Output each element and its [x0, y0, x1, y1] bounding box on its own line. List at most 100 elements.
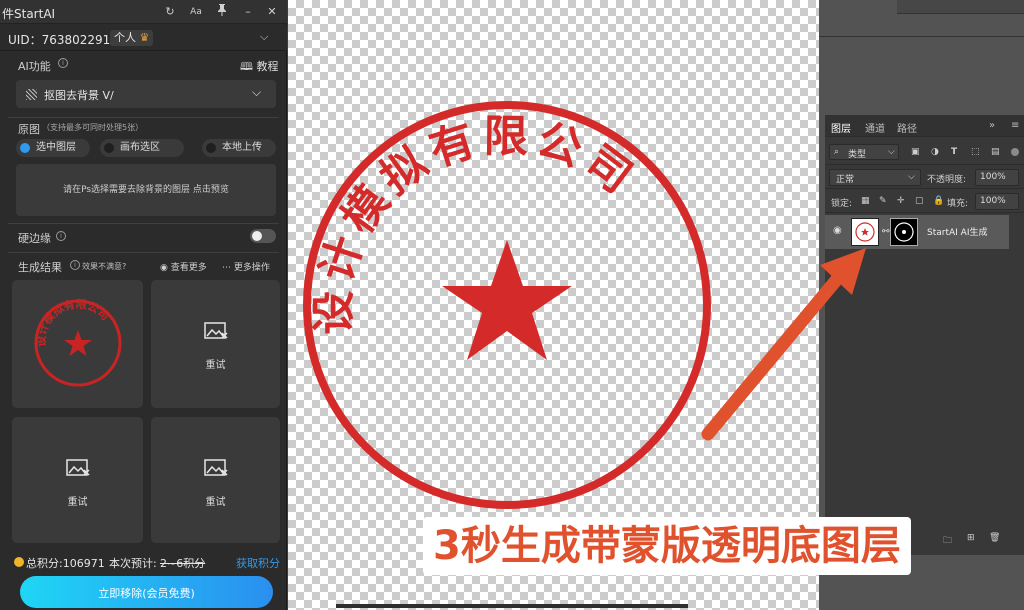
preview-area[interactable]: 请在Ps选择需要去除背景的图层 点击预览	[16, 164, 276, 216]
estimate-value: 2~6积分	[160, 557, 206, 570]
hard-edge-label: 硬边缘	[18, 232, 51, 245]
trash-icon[interactable]: 🗑	[989, 533, 1000, 543]
horizontal-scrollbar[interactable]	[336, 604, 688, 608]
filter-smart-object-icon[interactable]: ▤	[991, 147, 1000, 157]
layer-filter-row: ⌕ 类型 ⌵ ▣ ◑ T ⬚ ▤	[825, 141, 1024, 165]
source-option-canvas-selection[interactable]: 画布选区	[100, 139, 184, 157]
source-option-layer[interactable]: 选中图层	[16, 139, 90, 157]
lock-all-icon[interactable]: 🔒	[933, 196, 944, 206]
blend-mode-select[interactable]: 正常 ⌵	[829, 169, 921, 186]
tab-channels[interactable]: 通道	[865, 120, 885, 135]
result-card-retry[interactable]: 重试	[151, 417, 280, 543]
view-more-link[interactable]: ◉ 查看更多	[160, 260, 207, 273]
cutout-icon	[26, 89, 37, 100]
retry-label: 重试	[67, 497, 88, 508]
divider	[8, 117, 279, 118]
chevron-down-icon: ⌵	[252, 85, 262, 99]
collapse-icon[interactable]: »	[989, 120, 995, 131]
book-icon: 🕮	[240, 60, 253, 73]
lock-transparent-icon[interactable]: ▦	[861, 196, 870, 206]
filter-adjustment-icon[interactable]: ◑	[931, 147, 939, 157]
stamp-thumbnail-text: 设计模拟有限公司	[34, 297, 112, 347]
lock-image-icon[interactable]: ✎	[879, 196, 887, 206]
opacity-field[interactable]: 100%	[975, 169, 1019, 186]
close-icon[interactable]: ✕	[264, 4, 280, 20]
result-card-retry[interactable]: 重试	[12, 417, 143, 543]
more-ops-link[interactable]: ⋯ 更多操作	[222, 260, 270, 273]
broken-image-icon	[65, 459, 90, 476]
stamp-thumbnail: 设计模拟有限公司	[34, 297, 122, 387]
blend-row: 正常 ⌵ 不透明度: 100%	[825, 167, 1024, 189]
new-group-icon[interactable]: 🗀	[943, 533, 952, 549]
chevron-down-icon: ⌵	[908, 172, 915, 182]
minimize-icon[interactable]: –	[240, 4, 256, 20]
layers-panel-tabs: 图层 通道 路径 » ≡	[825, 115, 1024, 137]
retry-label: 重试	[205, 497, 226, 508]
divider	[8, 223, 279, 224]
uid-row[interactable]: UID：763802291 个人 ♛ ⌵	[0, 25, 287, 51]
lock-label: 锁定:	[831, 199, 853, 209]
source-hint: （支持最多可同时处理5张）	[42, 123, 144, 132]
divider	[8, 252, 279, 253]
broken-image-icon	[203, 322, 228, 339]
preview-hint: 请在Ps选择需要去除背景的图层 点击预览	[63, 185, 229, 195]
visibility-eye-icon[interactable]: ◉	[833, 225, 842, 236]
get-points-link[interactable]: 获取积分	[236, 555, 280, 571]
info-icon[interactable]: i	[58, 58, 68, 68]
pin-icon[interactable]	[214, 4, 230, 20]
svg-text:设计模拟有限公司: 设计模拟有限公司	[34, 297, 112, 347]
broken-image-icon	[203, 459, 228, 476]
fill-field[interactable]: 100%	[975, 193, 1019, 210]
source-label: 原图	[18, 123, 40, 136]
startai-plugin-panel: 件StartAI ↻ Aa – ✕ UID：763802291 个人 ♛ ⌵ A…	[0, 0, 287, 610]
unsatisfied-link[interactable]: 效果不满意?	[82, 261, 126, 272]
layer-kind-filter[interactable]: ⌕ 类型 ⌵	[829, 144, 899, 160]
link-icon[interactable]: ⚯	[882, 227, 890, 237]
hard-edge-toggle[interactable]	[250, 229, 276, 243]
result-card-stamp[interactable]: 设计模拟有限公司	[12, 280, 143, 408]
lock-row: 锁定: ▦ ✎ ✛ ▢ 🔒 填充: 100%	[825, 191, 1024, 213]
panel-menu-icon[interactable]: ≡	[1011, 120, 1019, 131]
caption-text: 3秒生成带蒙版透明底图层	[433, 523, 901, 569]
refresh-icon[interactable]: ↻	[162, 4, 178, 20]
function-select-value: 抠图去背景 V/	[44, 89, 114, 102]
estimate-label: 本次预计:	[109, 557, 157, 570]
crown-icon: ♛	[139, 31, 150, 44]
fill-label: 填充:	[947, 199, 969, 209]
info-icon[interactable]: i	[70, 260, 80, 270]
results-label: 生成结果	[18, 261, 62, 274]
function-select[interactable]: 抠图去背景 V/ ⌵	[16, 80, 276, 108]
lock-position-icon[interactable]: ✛	[897, 196, 905, 206]
new-layer-icon[interactable]: ⊞	[967, 533, 975, 543]
lock-artboard-icon[interactable]: ▢	[915, 196, 924, 206]
filter-shape-icon[interactable]: ⬚	[971, 147, 980, 157]
layer-name[interactable]: StartAI AI生成	[927, 225, 987, 238]
plugin-titlebar: 件StartAI ↻ Aa – ✕	[0, 0, 287, 24]
account-type-badge: 个人 ♛	[110, 30, 154, 46]
dots-icon: ⋯	[222, 263, 231, 273]
caption-banner: 3秒生成带蒙版透明底图层	[423, 517, 911, 575]
coin-icon	[14, 557, 24, 567]
opacity-label: 不透明度:	[927, 175, 967, 185]
tab-layers[interactable]: 图层	[831, 120, 851, 135]
info-icon[interactable]: i	[56, 231, 66, 241]
radio-icon	[104, 143, 114, 153]
layer-thumbnail	[851, 218, 879, 246]
retry-label: 重试	[205, 360, 226, 371]
layer-row[interactable]: ◉ ⚯ StartAI AI生成	[825, 215, 1009, 249]
layer-mask-thumbnail[interactable]	[890, 218, 918, 246]
plugin-title: 件StartAI	[2, 7, 56, 21]
font-size-icon[interactable]: Aa	[188, 4, 204, 20]
filter-type-icon[interactable]: T	[951, 147, 957, 157]
filter-toggle-icon[interactable]	[1011, 148, 1019, 156]
source-option-local-upload[interactable]: 本地上传	[202, 139, 276, 157]
filter-pixel-icon[interactable]: ▣	[911, 147, 920, 157]
toggle-knob	[252, 231, 262, 241]
tutorial-link[interactable]: 🕮 教程	[240, 58, 278, 77]
tab-paths[interactable]: 路径	[897, 120, 917, 135]
chevron-down-icon[interactable]: ⌵	[260, 30, 268, 44]
result-card-retry[interactable]: 重试	[151, 280, 280, 408]
total-points: 总积分:106971	[26, 557, 105, 570]
chevron-down-icon: ⌵	[888, 147, 895, 157]
remove-now-button[interactable]: 立即移除(会员免费)	[20, 576, 273, 608]
